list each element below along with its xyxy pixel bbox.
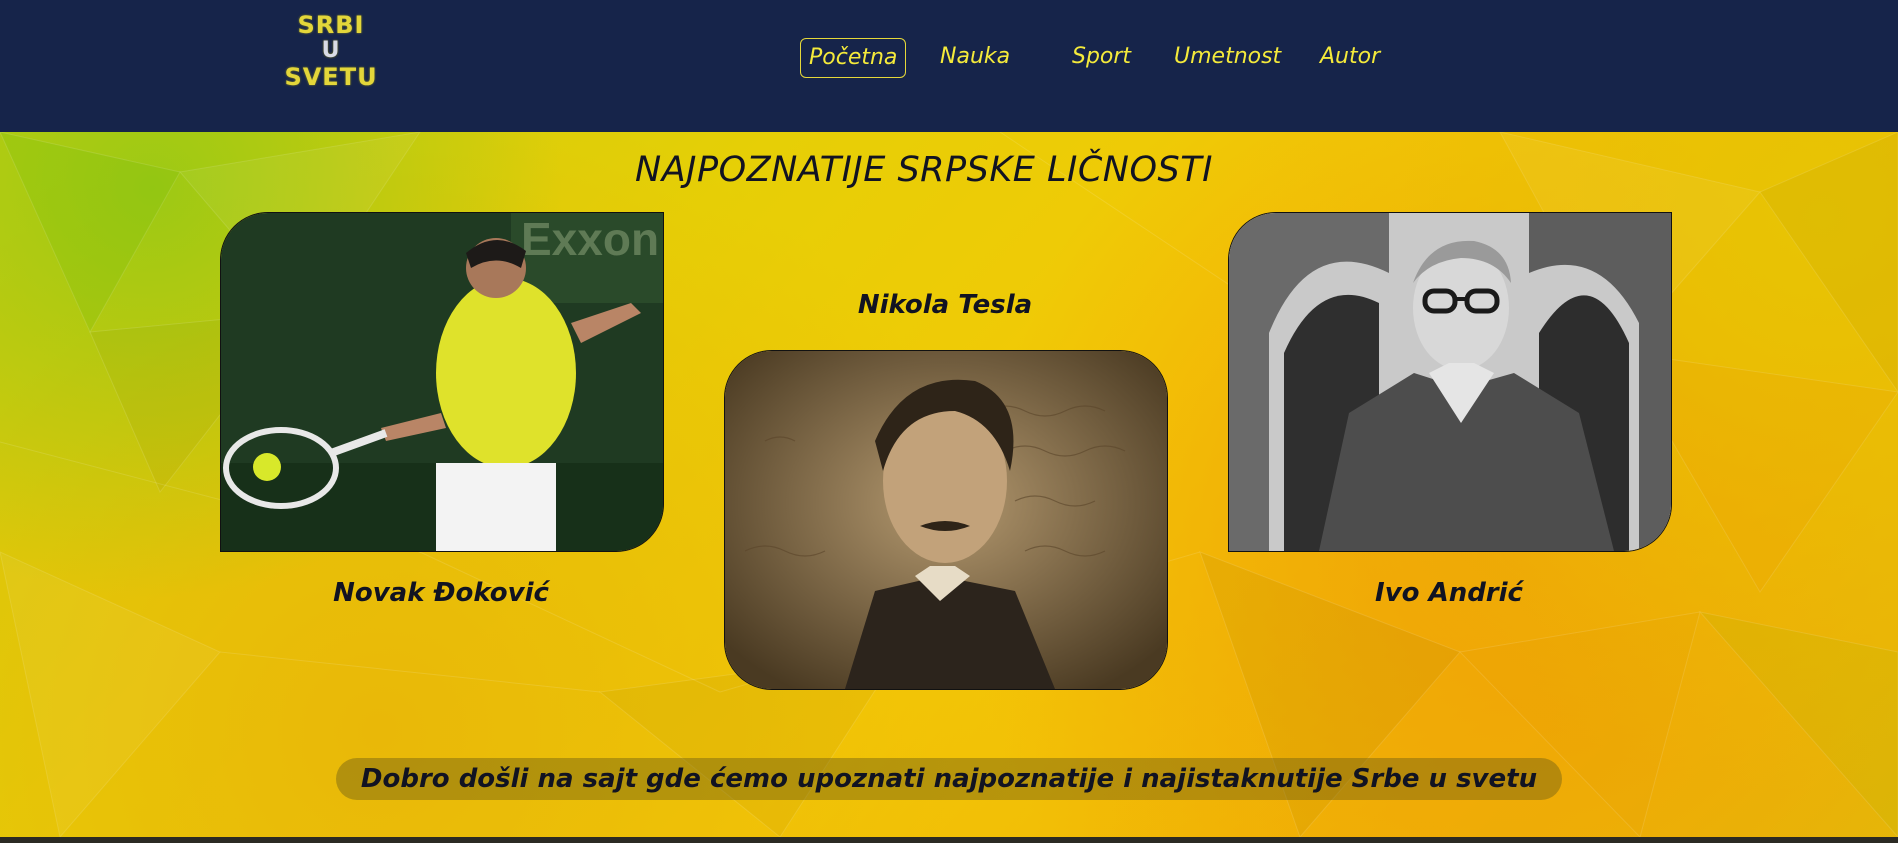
- person-name-novak: Novak Đoković: [333, 578, 549, 608]
- logo-line-1: SRBI: [297, 11, 365, 39]
- nav-item-autor[interactable]: Autor: [1320, 38, 1380, 76]
- footer-strip: [0, 837, 1898, 843]
- site-header: SRBI U SVETU Početna Nauka Sport Umetnos…: [0, 0, 1898, 132]
- nikola-tesla-image: [724, 350, 1168, 690]
- svg-text:Exxon: Exxon: [521, 213, 659, 265]
- nav-item-sport[interactable]: Sport: [1072, 38, 1131, 76]
- main-content: NAJPOZNATIJE SRPSKE LIČNOSTI Exxon Novak…: [0, 132, 1898, 837]
- nav-item-umetnost[interactable]: Umetnost: [1174, 38, 1281, 76]
- welcome-banner: Dobro došli na sajt gde ćemo upoznati na…: [336, 758, 1562, 800]
- ivo-andric-image: [1228, 212, 1672, 552]
- novak-djokovic-image: Exxon: [220, 212, 664, 552]
- nav-item-pocetna[interactable]: Početna: [800, 38, 907, 78]
- site-logo[interactable]: SRBI U SVETU: [276, 12, 386, 96]
- nav-item-nauka[interactable]: Nauka: [940, 38, 1010, 76]
- logo-line-3: SVETU: [284, 63, 378, 91]
- person-name-tesla: Nikola Tesla: [857, 290, 1033, 320]
- person-name-andric: Ivo Andrić: [1375, 578, 1523, 608]
- welcome-text: Dobro došli na sajt gde ćemo upoznati na…: [360, 764, 1538, 794]
- page-title: NAJPOZNATIJE SRPSKE LIČNOSTI: [635, 150, 1213, 190]
- logo-line-2: U: [321, 38, 341, 63]
